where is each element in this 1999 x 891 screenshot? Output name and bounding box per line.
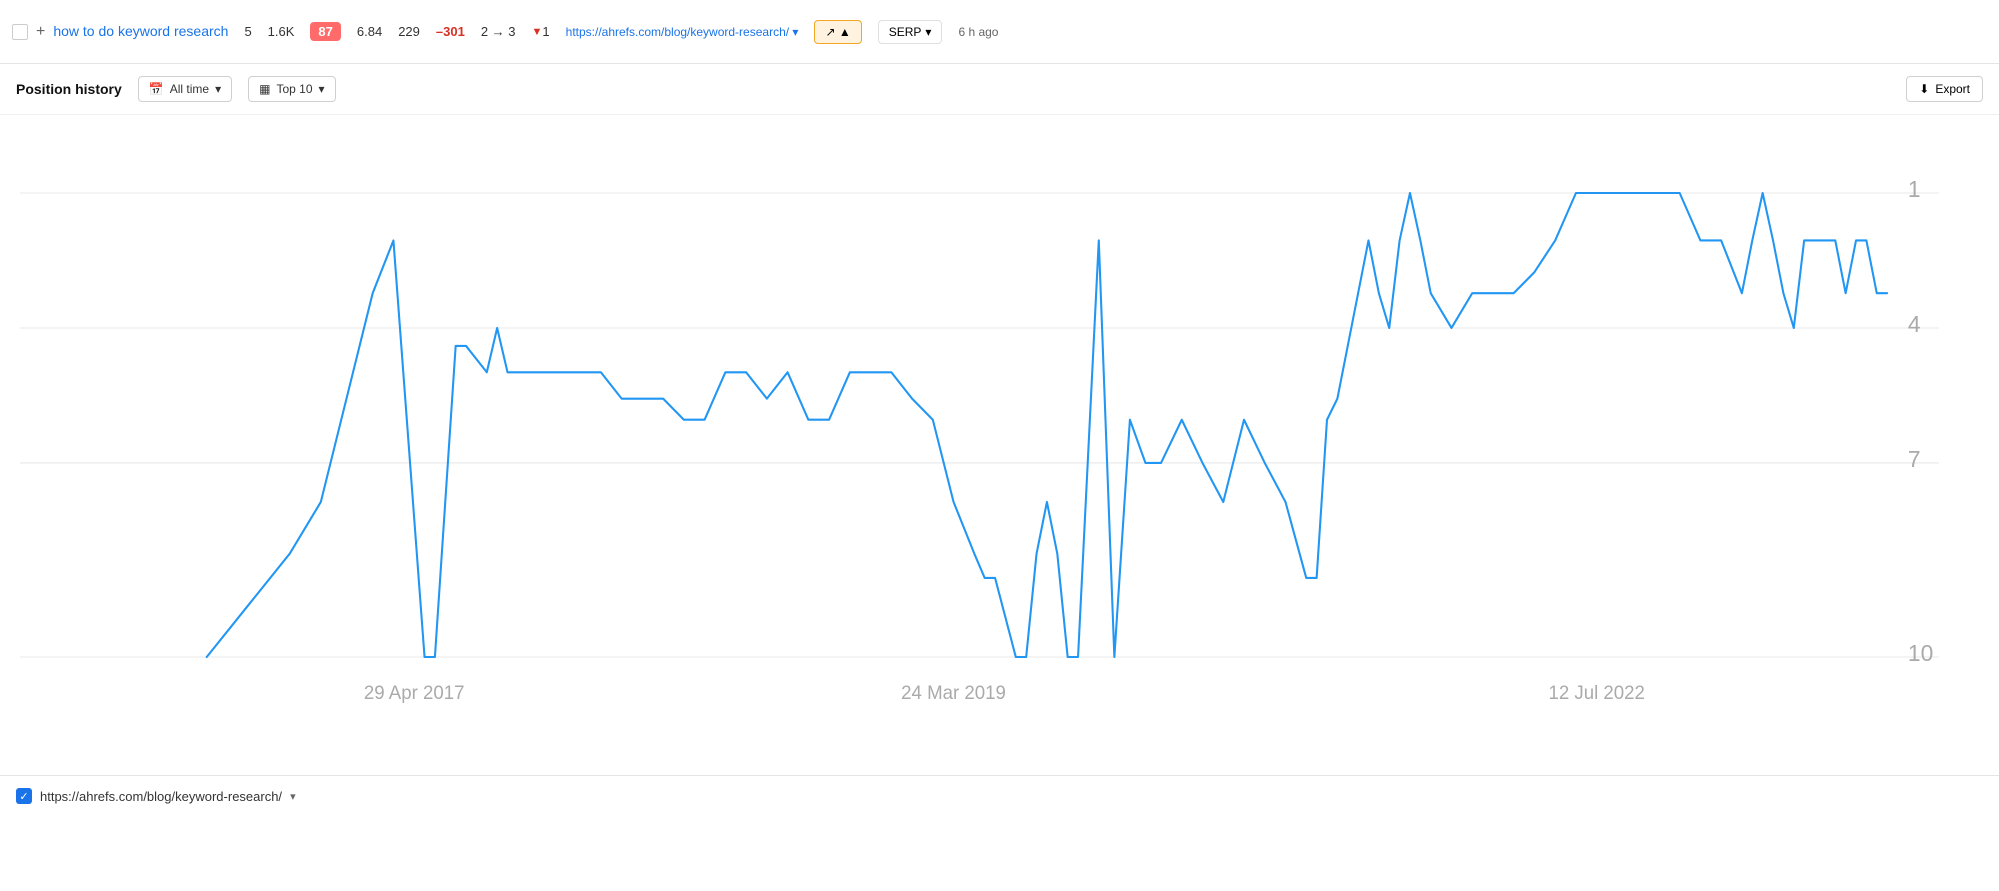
position-history-chart: 1 4 7 10 29 Apr 2017 24 Mar 2019 12 Jul … <box>20 135 1939 715</box>
bottom-url-text: https://ahrefs.com/blog/keyword-research… <box>40 789 282 804</box>
all-time-dropdown[interactable]: 📅 All time ▾ <box>138 76 232 102</box>
top10-chevron-icon: ▾ <box>319 82 325 96</box>
metric-change: –301 <box>436 24 465 39</box>
chart-container: 1 4 7 10 29 Apr 2017 24 Mar 2019 12 Jul … <box>0 115 1999 775</box>
serp-label: SERP <box>889 25 922 39</box>
serp-button[interactable]: SERP ▾ <box>878 20 943 44</box>
url-chevron-icon: ▾ <box>792 25 798 39</box>
top10-label: Top 10 <box>276 82 312 96</box>
top-row-left: + how to do keyword research <box>12 22 228 40</box>
svg-text:10: 10 <box>1908 640 1933 666</box>
svg-text:7: 7 <box>1908 446 1921 472</box>
add-icon[interactable]: + <box>36 23 45 41</box>
metric-position: 5 <box>244 24 251 39</box>
bottom-url-chevron-icon[interactable]: ▾ <box>290 790 296 803</box>
metric-kd: 87 <box>310 22 340 41</box>
download-icon: ⬇ <box>1919 82 1929 96</box>
top10-dropdown[interactable]: ▦ Top 10 ▾ <box>248 76 335 102</box>
svg-text:4: 4 <box>1908 311 1921 337</box>
metric-traffic: 229 <box>398 24 420 39</box>
metric-volume: 1.6K <box>268 24 295 39</box>
export-button[interactable]: ⬇ Export <box>1906 76 1983 102</box>
metric-position-change: 2 → 3 <box>481 24 516 39</box>
table-icon: ▦ <box>259 82 270 96</box>
export-label: Export <box>1935 82 1970 96</box>
svg-text:29 Apr 2017: 29 Apr 2017 <box>364 682 465 703</box>
url-checkbox[interactable] <box>16 788 32 804</box>
position-history-title: Position history <box>16 81 122 97</box>
metric-delta: ▼ 1 <box>532 24 550 39</box>
serp-chevron-icon: ▾ <box>925 25 931 39</box>
all-time-label: All time <box>170 82 209 96</box>
chart-button[interactable]: ↗ ▲ <box>814 20 861 44</box>
calendar-icon: 📅 <box>149 82 164 96</box>
url-link[interactable]: https://ahrefs.com/blog/keyword-research… <box>566 25 799 39</box>
down-triangle-icon: ▼ <box>532 26 543 38</box>
svg-text:1: 1 <box>1908 176 1921 202</box>
metric-cpc: 6.84 <box>357 24 382 39</box>
svg-text:12 Jul 2022: 12 Jul 2022 <box>1548 682 1644 703</box>
time-ago: 6 h ago <box>958 25 998 39</box>
all-time-chevron-icon: ▾ <box>215 82 221 96</box>
bottom-row: https://ahrefs.com/blog/keyword-research… <box>0 775 1999 816</box>
keyword-link[interactable]: how to do keyword research <box>53 22 228 40</box>
svg-text:24 Mar 2019: 24 Mar 2019 <box>901 682 1006 703</box>
row-checkbox[interactable] <box>12 24 28 40</box>
top-row: + how to do keyword research 5 1.6K 87 6… <box>0 0 1999 64</box>
toolbar: Position history 📅 All time ▾ ▦ Top 10 ▾… <box>0 64 1999 115</box>
chart-wrapper: 1 4 7 10 29 Apr 2017 24 Mar 2019 12 Jul … <box>20 135 1939 715</box>
